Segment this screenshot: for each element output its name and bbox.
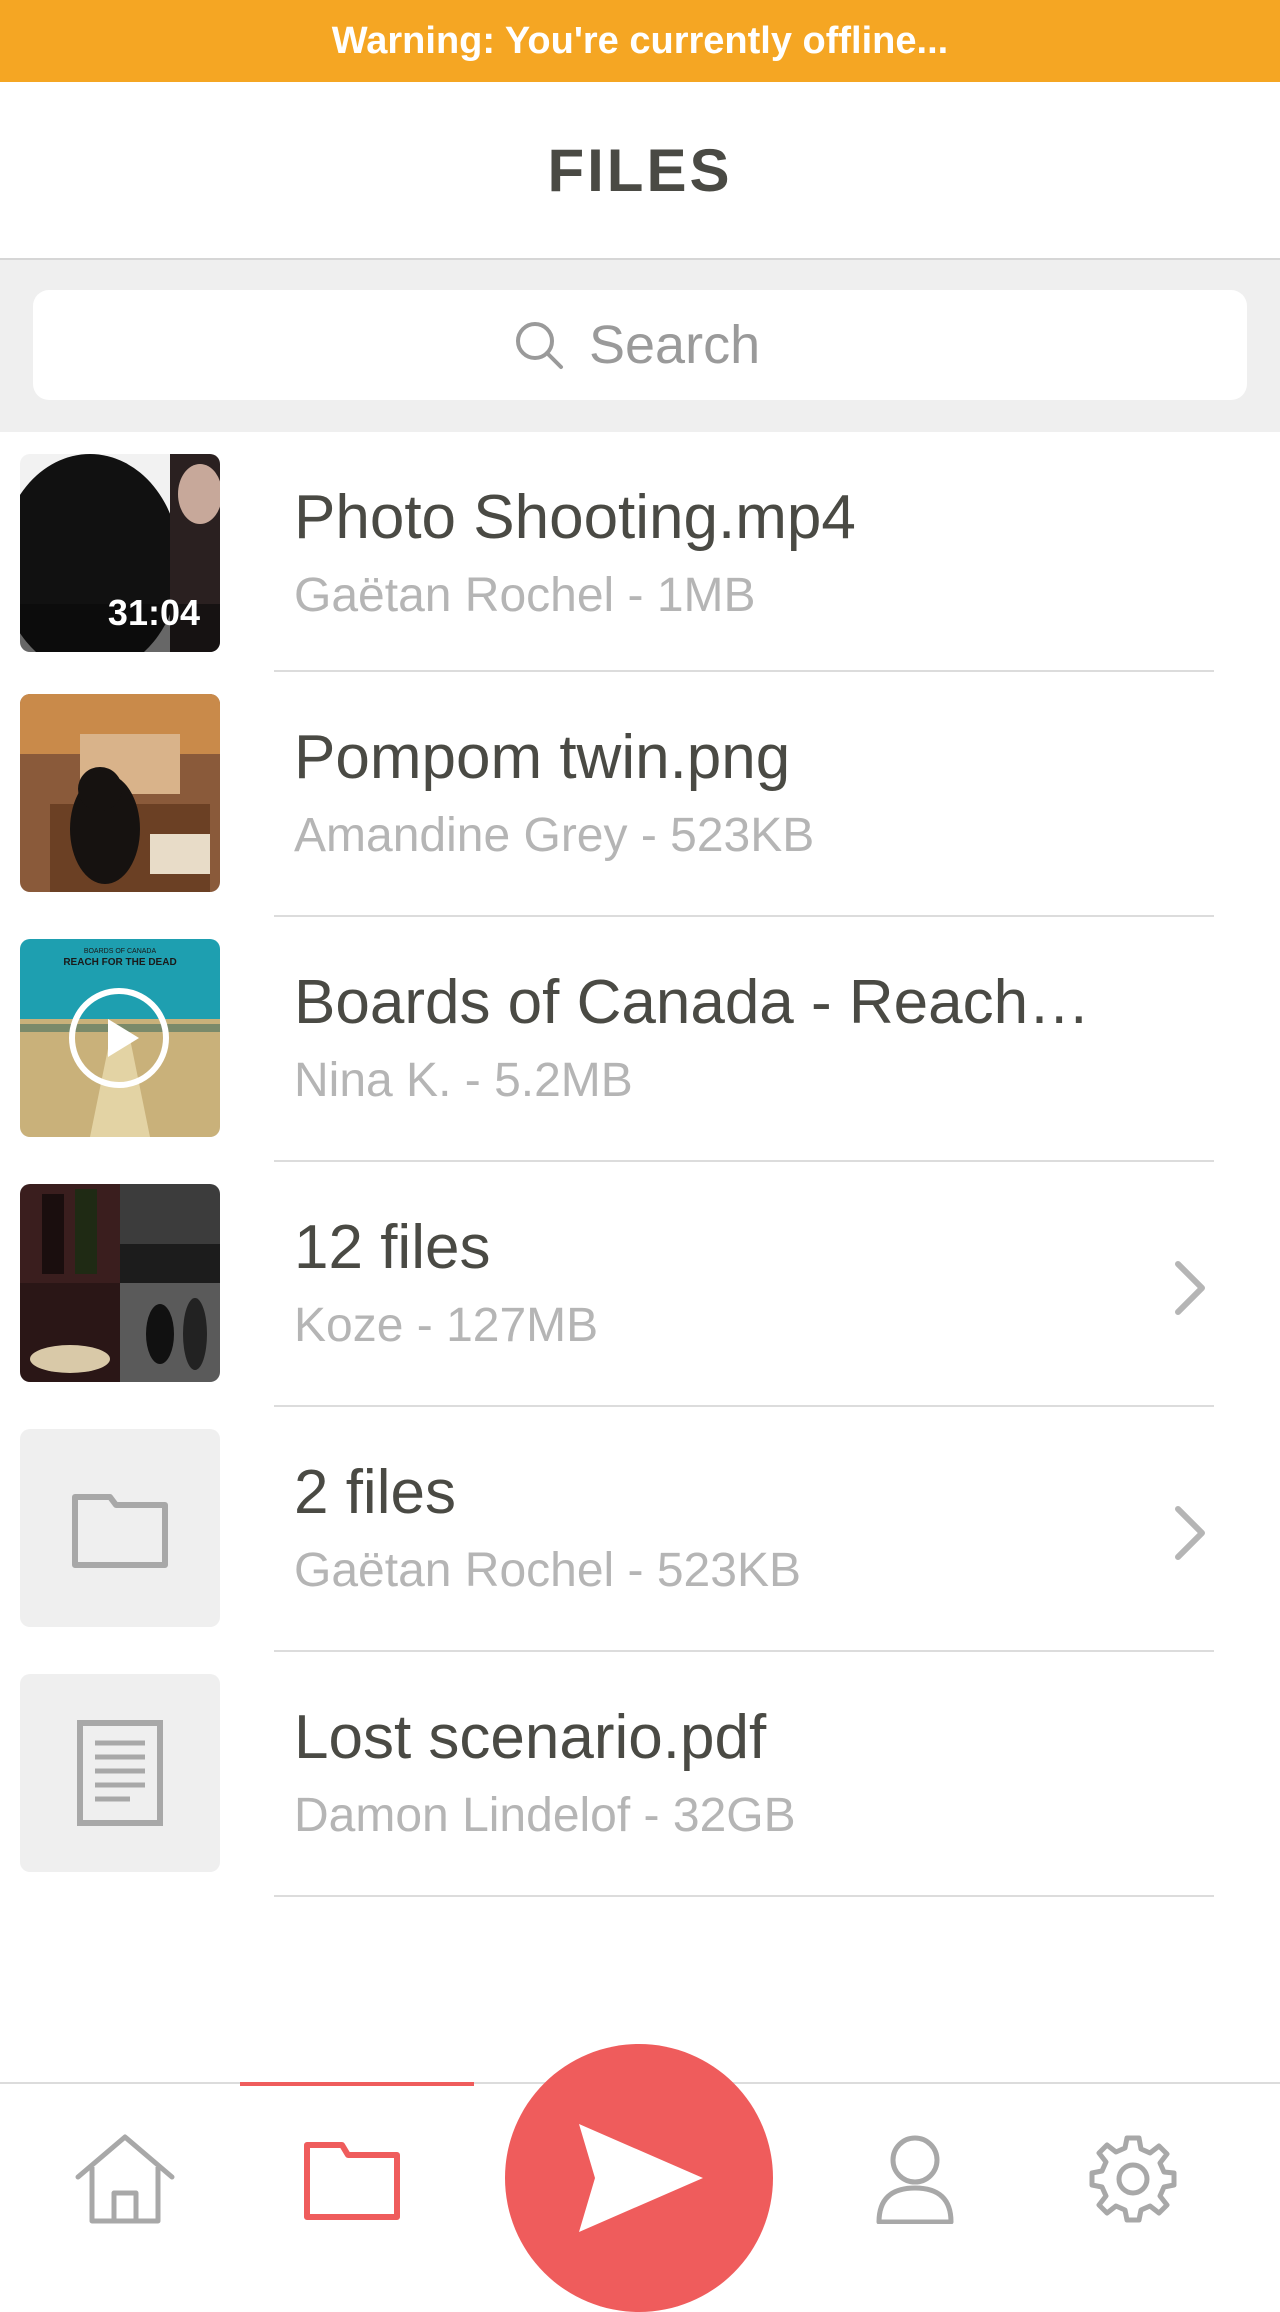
- navigation-bar: FILES: [0, 82, 1280, 260]
- folder-icon: [304, 2142, 400, 2220]
- search-box[interactable]: [33, 290, 1247, 400]
- search-input[interactable]: [589, 314, 769, 376]
- album-title-text: REACH FOR THE DEAD: [63, 957, 176, 968]
- folder-icon: [72, 1494, 168, 1568]
- file-row-2-files[interactable]: 2 files Gaëtan Rochel - 523KB: [0, 1407, 1280, 1652]
- search-area: [0, 260, 1280, 432]
- file-row-12-files[interactable]: 12 files Koze - 127MB: [0, 1162, 1280, 1407]
- collage-thumbnail-image: [20, 1184, 220, 1382]
- file-row-photo-shooting[interactable]: 31:04 Photo Shooting.mp4 Gaëtan Rochel -…: [0, 432, 1280, 672]
- tab-settings[interactable]: [1053, 2084, 1213, 2274]
- audio-thumbnail: BOARDS OF CANADA REACH FOR THE DEAD: [20, 939, 220, 1137]
- image-thumbnail: [20, 694, 220, 892]
- tab-profile[interactable]: [835, 2084, 995, 2274]
- row-divider: [274, 1895, 1214, 1897]
- file-name: 2 files: [294, 1458, 456, 1527]
- file-name: 12 files: [294, 1213, 491, 1282]
- file-row-boards-of-canada[interactable]: BOARDS OF CANADA REACH FOR THE DEAD Boar…: [0, 917, 1280, 1162]
- folder-thumbnail: [20, 1429, 220, 1627]
- offline-warning-text: Warning: You're currently offline...: [331, 19, 949, 62]
- document-thumbnail: [20, 1674, 220, 1872]
- file-meta: Damon Lindelof - 32GB: [294, 1789, 796, 1842]
- video-thumbnail: 31:04: [20, 454, 220, 652]
- collage-thumbnail: [20, 1184, 220, 1382]
- file-meta: Nina K. - 5.2MB: [294, 1054, 633, 1107]
- gear-icon: [1089, 2135, 1177, 2223]
- file-name: Lost scenario.pdf: [294, 1703, 767, 1772]
- search-icon: [516, 322, 563, 369]
- file-row-pompom-twin[interactable]: Pompom twin.png Amandine Grey - 523KB: [0, 672, 1280, 917]
- user-icon: [876, 2135, 954, 2224]
- send-icon: [579, 2124, 703, 2232]
- tab-home[interactable]: [45, 2084, 205, 2274]
- video-duration: 31:04: [107, 592, 200, 633]
- file-row-lost-scenario[interactable]: Lost scenario.pdf Damon Lindelof - 32GB: [0, 1652, 1280, 1897]
- album-artist-text: BOARDS OF CANADA: [84, 948, 157, 955]
- file-name: Photo Shooting.mp4: [294, 483, 856, 552]
- image-thumbnail-image: [20, 694, 220, 892]
- play-icon[interactable]: [66, 985, 172, 1091]
- chevron-right-icon: [1175, 1261, 1205, 1315]
- document-icon: [77, 1720, 163, 1826]
- file-name: Pompom twin.png: [294, 723, 791, 792]
- tab-files[interactable]: [272, 2084, 432, 2274]
- file-meta: Gaëtan Rochel - 1MB: [294, 569, 756, 622]
- file-meta: Koze - 127MB: [294, 1299, 599, 1352]
- page-title: FILES: [547, 136, 733, 204]
- file-meta: Amandine Grey - 523KB: [294, 809, 815, 862]
- file-meta: Gaëtan Rochel - 523KB: [294, 1544, 801, 1597]
- chevron-right-icon: [1175, 1506, 1205, 1560]
- file-name: Boards of Canada - Reach…: [294, 968, 1091, 1037]
- file-list: 31:04 Photo Shooting.mp4 Gaëtan Rochel -…: [0, 432, 1280, 1897]
- home-icon: [75, 2134, 175, 2224]
- offline-warning-banner: Warning: You're currently offline...: [0, 0, 1280, 82]
